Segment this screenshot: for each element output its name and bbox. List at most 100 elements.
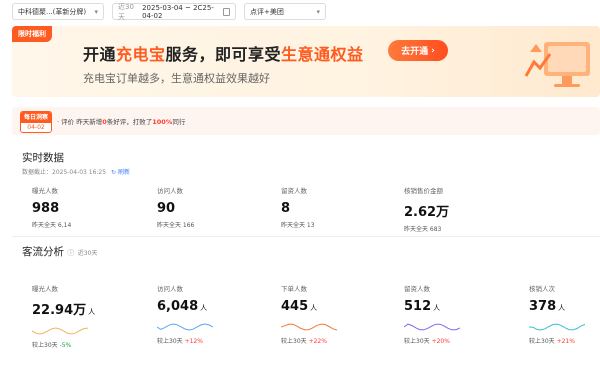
compare-delta: +12%	[184, 338, 203, 345]
store-select-value: 中科德聚...(革新分牌)	[18, 7, 87, 16]
timestamp-text: 数据截止：2025-04-03 16:25	[22, 169, 107, 176]
metric-value: 90	[157, 201, 176, 216]
metric-label: 核销人次	[529, 285, 555, 293]
metric-unit: 人	[200, 304, 208, 312]
metric-value: 2.62万	[404, 205, 450, 220]
promo-headline: 开通充电宝服务，即可享受生意通权益	[83, 41, 364, 65]
realtime-metric-leads[interactable]: 留资人数 8 昨天全天 13	[281, 185, 315, 229]
chevron-down-icon: ▾	[94, 7, 98, 16]
metric-compare: 较上30天 -5%	[32, 340, 95, 349]
refresh-icon: ↻	[111, 169, 117, 176]
metric-label: 下单人数	[281, 285, 307, 293]
realtime-metric-redeem-amount[interactable]: 核销售价金额 2.62万 昨天全天 683	[404, 185, 449, 233]
headline-text: 服务，即可享受	[165, 45, 282, 64]
trend-sparkline	[157, 323, 213, 331]
headline-highlight: 充电宝	[116, 45, 166, 64]
badge-date: 04-02	[21, 123, 51, 132]
metric-label: 曝光人数	[32, 187, 58, 195]
metric-compare: 较上30天 +21%	[529, 336, 585, 345]
metric-label: 留资人数	[404, 285, 430, 293]
metric-value: 378 人	[529, 299, 585, 314]
compare-label: 较上30天	[157, 338, 183, 345]
traffic-title-text: 客流分析	[22, 246, 64, 258]
date-range-picker[interactable]: 近30天 2025-03-04 ~ 2C25-04-02	[112, 3, 236, 21]
metric-value: 22.94万人	[32, 299, 95, 318]
headline-text: 开通	[83, 45, 117, 64]
realtime-section-title: 实时数据	[22, 152, 64, 164]
realtime-timestamp: 数据截止：2025-04-03 16:25 ↻ 刷新	[22, 167, 130, 176]
compare-label: 较上30天	[32, 342, 58, 349]
trend-sparkline	[529, 323, 585, 331]
traffic-section-title: 客流分析 ⓘ 近30天	[22, 244, 97, 259]
traffic-metric-leads[interactable]: 留资人数 512 人 较上30天 +20%	[404, 283, 460, 345]
metric-label: 曝光人数	[32, 285, 58, 293]
metric-value: 6,048 人	[157, 299, 213, 314]
traffic-metric-visits[interactable]: 访问人数 6,048 人 较上30天 +12%	[157, 283, 213, 345]
calendar-icon	[222, 7, 230, 16]
metric-label: 访问人数	[157, 187, 183, 195]
metric-number: 22.94万	[32, 303, 87, 318]
trend-sparkline	[32, 327, 88, 335]
insight-text: 条好评，打败了	[106, 118, 153, 126]
compare-delta: +22%	[308, 338, 327, 345]
compare-label: 较上30天	[529, 338, 555, 345]
chevron-down-icon: ▾	[316, 7, 320, 16]
compare-delta: +20%	[431, 338, 450, 345]
platform-select[interactable]: 点评+美团 ▾	[244, 3, 326, 20]
metric-compare: 昨天全天 13	[281, 222, 315, 229]
metric-number: 445	[281, 299, 309, 314]
metric-compare: 昨天全天 683	[404, 226, 442, 233]
filter-bar: 中科德聚...(革新分牌) ▾ 近30天 2025-03-04 ~ 2C25-0…	[12, 3, 326, 21]
metric-unit: 人	[433, 304, 441, 312]
metric-compare: 较上30天 +22%	[281, 336, 337, 345]
metric-value: 512 人	[404, 299, 460, 314]
promo-ribbon: 限时福利	[12, 26, 52, 42]
store-select[interactable]: 中科德聚...(革新分牌) ▾	[12, 3, 104, 20]
chevron-right-icon: ›	[431, 45, 435, 56]
metric-label: 留资人数	[281, 187, 307, 195]
metric-unit: 人	[310, 304, 318, 312]
insight-percent: 100%	[152, 118, 173, 126]
metric-compare: 较上30天 +12%	[157, 336, 213, 345]
compare-delta: -5%	[59, 342, 72, 349]
metric-unit: 人	[88, 308, 96, 316]
realtime-metric-visits[interactable]: 访问人数 90 昨天全天 166	[157, 185, 194, 229]
traffic-period: 近30天	[77, 250, 98, 257]
badge-title: 每日洞察	[21, 112, 51, 123]
refresh-label: 刷新	[117, 169, 130, 176]
trend-sparkline	[404, 323, 460, 331]
metric-value: 445 人	[281, 299, 337, 314]
activate-button-label: 去开通	[401, 47, 429, 57]
daily-insight-bar[interactable]: 每日洞察 04-02 · 评价 昨天新增0条好评，打败了100%同行	[12, 107, 600, 135]
compare-label: 较上30天	[281, 338, 307, 345]
metric-compare: 较上30天 +20%	[404, 336, 460, 345]
realtime-metric-exposure[interactable]: 曝光人数 988 昨天全天 6,14	[32, 185, 71, 229]
section-divider	[12, 236, 600, 237]
metric-compare: 昨天全天 6,14	[32, 222, 72, 229]
promo-illustration	[524, 42, 590, 87]
promo-banner[interactable]: 限时福利 开通充电宝服务，即可享受生意通权益 充电宝订单越多，生意通权益效果越好…	[12, 26, 600, 97]
metric-value: 988	[32, 201, 60, 216]
traffic-metric-redemptions[interactable]: 核销人次 378 人 较上30天 +21%	[529, 283, 585, 345]
metric-value: 8	[281, 201, 291, 216]
daily-insight-badge: 每日洞察 04-02	[20, 111, 52, 133]
trend-sparkline	[281, 323, 337, 331]
insight-text: 同行	[172, 118, 186, 126]
metric-number: 6,048	[157, 299, 199, 314]
activate-button[interactable]: 去开通 ›	[388, 40, 448, 61]
traffic-metric-orders[interactable]: 下单人数 445 人 较上30天 +22%	[281, 283, 337, 345]
compare-label: 较上30天	[404, 338, 430, 345]
traffic-metric-exposure[interactable]: 曝光人数 22.94万人 较上30天 -5%	[32, 283, 95, 349]
platform-select-value: 点评+美团	[250, 7, 284, 16]
info-icon: ⓘ	[67, 249, 75, 257]
metric-compare: 昨天全天 166	[157, 222, 195, 229]
refresh-button[interactable]: ↻ 刷新	[111, 169, 130, 176]
metric-number: 378	[529, 299, 557, 314]
metric-label: 访问人数	[157, 285, 183, 293]
headline-highlight: 生意通权益	[281, 45, 364, 64]
compare-delta: +21%	[556, 338, 575, 345]
date-range-value: 2025-03-04 ~ 2C25-04-02	[142, 3, 214, 20]
metric-unit: 人	[558, 304, 566, 312]
insight-text: · 评价 昨天新增	[57, 118, 103, 126]
daily-insight-text: · 评价 昨天新增0条好评，打败了100%同行	[57, 116, 185, 126]
